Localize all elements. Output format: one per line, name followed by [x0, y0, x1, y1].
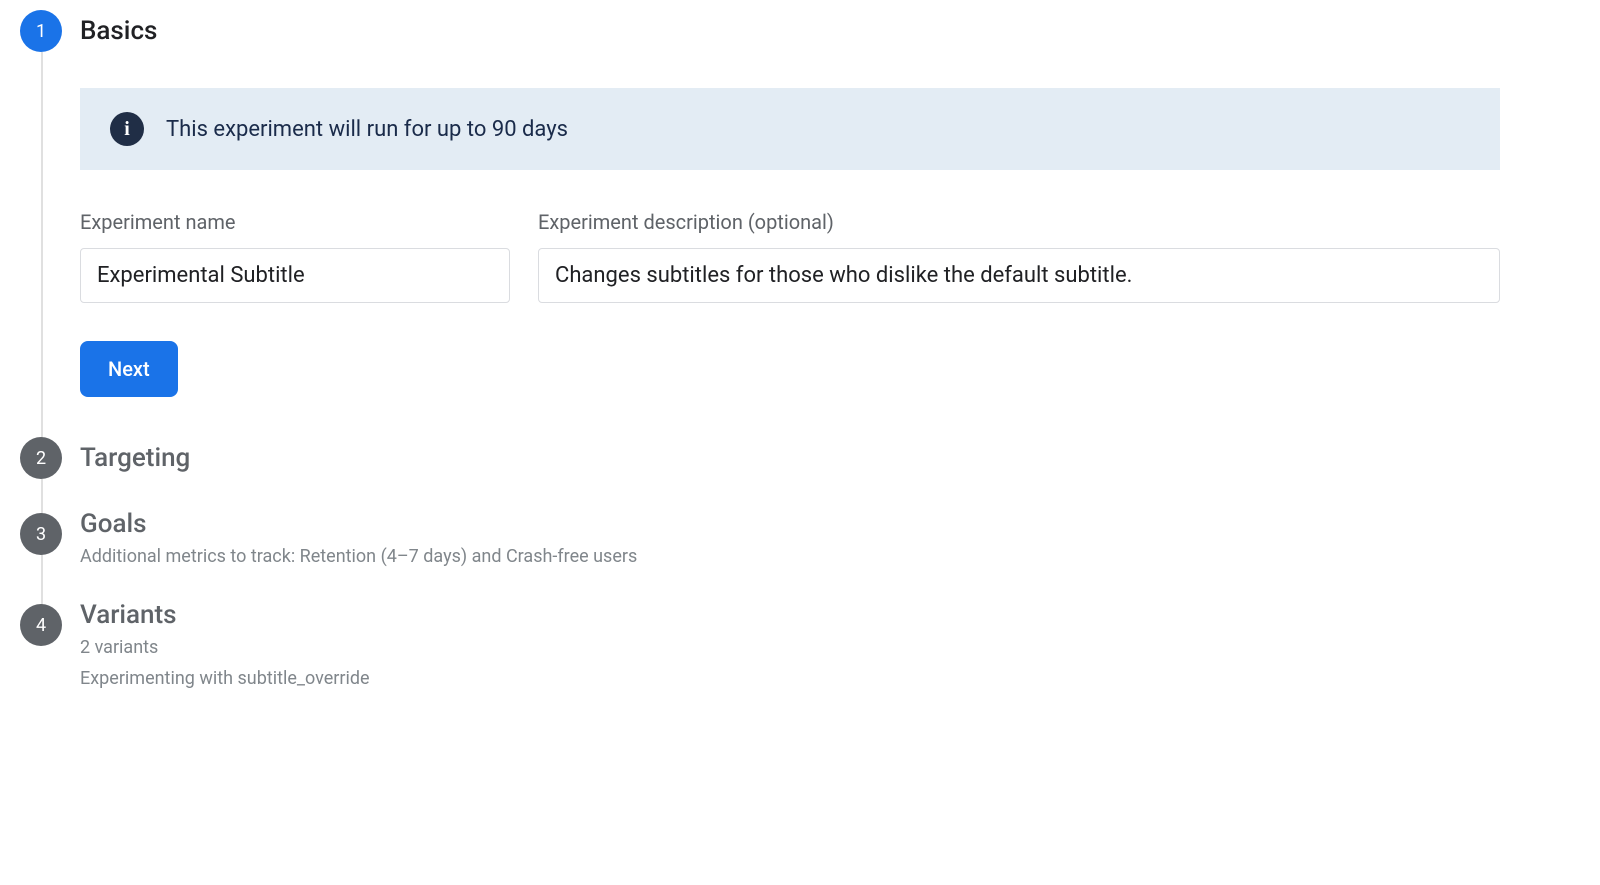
step-header-basics: Basics — [80, 10, 1520, 52]
step-content-basics: i This experiment will run for up to 90 … — [80, 52, 1520, 397]
next-button[interactable]: Next — [80, 341, 178, 397]
experiment-name-label: Experiment name — [80, 210, 510, 234]
step-variants[interactable]: 4 Variants 2 variants Experimenting with… — [20, 600, 1520, 722]
step-title-basics: Basics — [80, 16, 157, 46]
step-number: 2 — [36, 448, 46, 469]
experiment-name-field: Experiment name — [80, 210, 510, 303]
step-header-targeting: Targeting — [80, 437, 1520, 479]
info-icon-glyph: i — [124, 118, 130, 141]
step-circle-1: 1 — [20, 10, 62, 52]
step-title-goals: Goals — [80, 509, 1520, 539]
experiment-description-field: Experiment description (optional) — [538, 210, 1500, 303]
step-targeting[interactable]: 2 Targeting — [20, 437, 1520, 509]
info-icon: i — [110, 112, 144, 146]
step-number: 3 — [36, 524, 46, 545]
experiment-description-label: Experiment description (optional) — [538, 210, 1500, 234]
step-subtitle-variants-2: Experimenting with subtitle_override — [80, 665, 1520, 692]
step-subtitle-variants-1: 2 variants — [80, 634, 1520, 661]
experiment-name-input[interactable] — [80, 248, 510, 303]
step-title-variants: Variants — [80, 600, 1520, 630]
step-subtitle-goals: Additional metrics to track: Retention (… — [80, 543, 1520, 570]
experiment-description-input[interactable] — [538, 248, 1500, 303]
step-number: 4 — [36, 615, 46, 636]
step-title-targeting: Targeting — [80, 443, 190, 473]
step-circle-2: 2 — [20, 437, 62, 479]
step-basics: 1 Basics i This experiment will run for … — [20, 10, 1520, 437]
step-header-goals: Goals Additional metrics to track: Reten… — [80, 509, 1520, 570]
step-circle-4: 4 — [20, 604, 62, 646]
step-circle-3: 3 — [20, 513, 62, 555]
form-row: Experiment name Experiment description (… — [80, 210, 1500, 303]
experiment-wizard: 1 Basics i This experiment will run for … — [20, 10, 1520, 722]
info-banner-text: This experiment will run for up to 90 da… — [166, 117, 568, 142]
step-goals[interactable]: 3 Goals Additional metrics to track: Ret… — [20, 509, 1520, 600]
step-connector — [41, 52, 43, 447]
step-number: 1 — [36, 21, 46, 42]
info-banner: i This experiment will run for up to 90 … — [80, 88, 1500, 170]
step-header-variants: Variants 2 variants Experimenting with s… — [80, 600, 1520, 692]
